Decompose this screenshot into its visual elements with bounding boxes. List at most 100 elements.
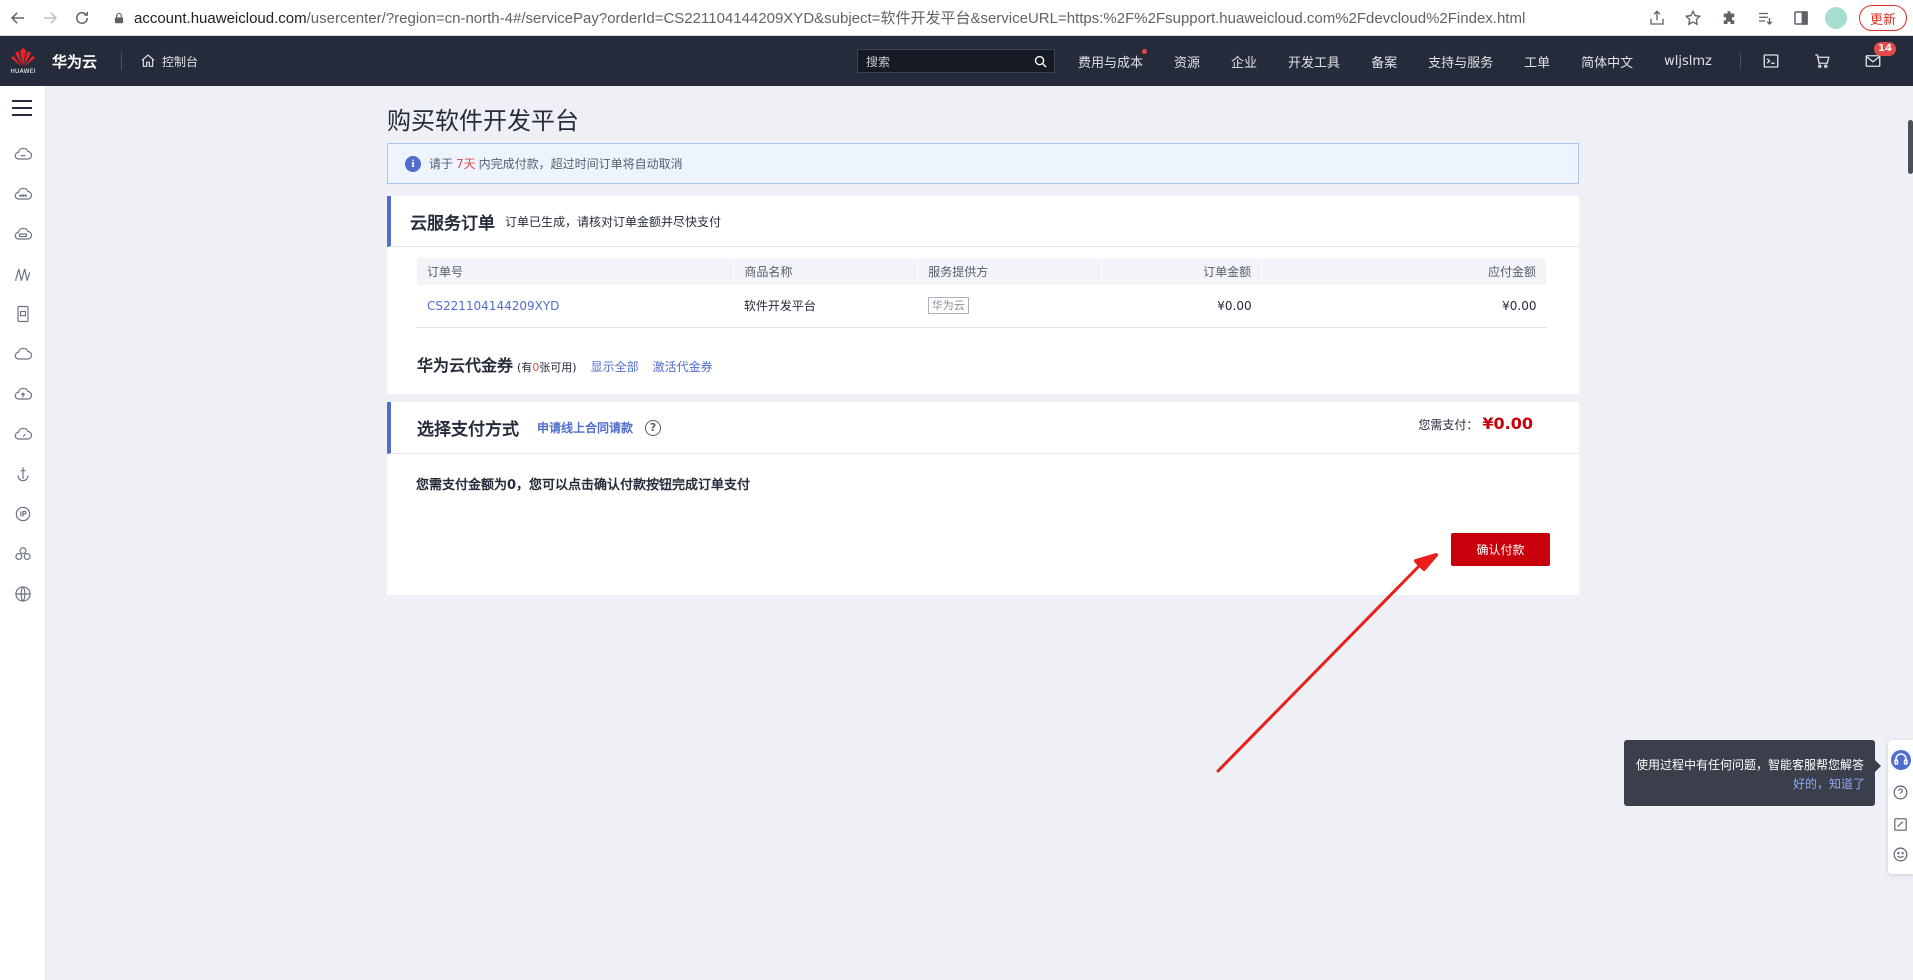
extensions-icon[interactable] — [1718, 7, 1740, 29]
message-count-badge: 14 — [1874, 42, 1896, 56]
product-name: 软件开发平台 — [733, 285, 918, 328]
info-icon: i — [405, 155, 421, 172]
cloud-upload-icon[interactable] — [13, 384, 33, 404]
assistant-tooltip: 使用过程中有任何问题，智能客服帮您解答 好的，知道了 — [1624, 740, 1881, 806]
header-divider — [121, 52, 123, 70]
bookmark-star-icon[interactable] — [1682, 7, 1704, 29]
feedback-icon[interactable] — [1892, 816, 1909, 833]
show-all-coupons-link[interactable]: 显示全部 — [591, 358, 639, 375]
console-link[interactable]: 控制台 — [140, 53, 198, 70]
url-host: account.huaweicloud.com — [134, 10, 307, 27]
zero-amount-message: 您需支付金额为0，您可以点击确认付款按钮完成订单支付 — [416, 478, 751, 493]
col-order-amount: 订单金额 — [1101, 258, 1263, 285]
share-icon[interactable] — [1646, 7, 1668, 29]
left-sidebar — [0, 86, 46, 980]
top-nav: 费用与成本 资源 企业 开发工具 备案 支持与服务 工单 简体中文 wljslm… — [1078, 36, 1743, 86]
tooltip-dismiss-link[interactable]: 好的，知道了 — [1636, 775, 1865, 792]
reading-list-icon[interactable] — [1754, 7, 1776, 29]
nav-billing[interactable]: 费用与成本 — [1078, 48, 1148, 71]
question-icon[interactable] — [1892, 784, 1909, 801]
payment-card-title: 选择支付方式 — [417, 420, 519, 440]
order-id-link[interactable]: CS221104144209XYD — [427, 299, 559, 313]
notice-suffix: 内完成付款，超过时间订单将自动取消 — [478, 157, 683, 171]
logo-wordmark: HUAWEI — [10, 68, 36, 75]
apply-contract-payment-link[interactable]: 申请线上合同请款 — [537, 419, 633, 436]
cloud-disk-icon[interactable] — [13, 224, 33, 244]
col-provider: 服务提供方 — [917, 258, 1103, 285]
payment-card: 选择支付方式 申请线上合同请款 ? 您需支付： ¥0.00 您需支付金额为0，您… — [387, 402, 1579, 595]
bridge-icon[interactable] — [13, 264, 33, 284]
nav-username[interactable]: wljslmz — [1664, 54, 1712, 69]
brand-name[interactable]: 华为云 — [52, 51, 97, 72]
ip-icon[interactable] — [13, 504, 33, 524]
order-table: 订单号 商品名称 服务提供方 订单金额 应付金额 CS221104144209X… — [417, 258, 1547, 328]
address-bar[interactable]: account.huaweicloud.com/usercenter/?regi… — [112, 4, 1525, 32]
home-icon — [141, 54, 155, 67]
profile-avatar[interactable] — [1824, 7, 1847, 29]
side-panel-icon[interactable] — [1790, 7, 1812, 29]
order-amount: ¥0.00 — [1101, 285, 1262, 328]
new-dot — [1142, 48, 1148, 54]
cart-icon[interactable] — [1813, 52, 1831, 70]
nav-enterprise[interactable]: 企业 — [1231, 52, 1257, 71]
mobile-icon[interactable] — [13, 304, 33, 324]
coupon-count-suffix: 张可用) — [539, 361, 577, 374]
lock-icon — [114, 12, 124, 23]
huawei-logo[interactable]: HUAWEI — [0, 36, 46, 86]
nav-support[interactable]: 支持与服务 — [1428, 52, 1493, 71]
activate-coupon-link[interactable]: 激活代金券 — [653, 358, 713, 375]
amount-due-value: ¥0.00 — [1482, 414, 1533, 433]
back-icon[interactable] — [4, 4, 32, 32]
page-scrollbar[interactable] — [1908, 120, 1913, 174]
browser-toolbar: account.huaweicloud.com/usercenter/?regi… — [0, 0, 1913, 36]
notice-days: 7天 — [456, 157, 476, 171]
nav-icp-filing[interactable]: 备案 — [1371, 52, 1397, 71]
order-card-title: 云服务订单 — [410, 213, 495, 234]
message-icon[interactable]: 14 — [1864, 42, 1896, 70]
coupon-row: 华为云代金券 (有0张可用) 显示全部 激活代金券 — [417, 352, 713, 376]
cluster-icon[interactable] — [13, 544, 33, 564]
payable-amount: ¥0.00 — [1261, 285, 1547, 328]
notice-prefix: 请于 — [429, 157, 454, 171]
cloud-cluster-icon[interactable] — [13, 184, 33, 204]
provider-tag: 华为云 — [927, 297, 969, 315]
console-label: 控制台 — [162, 54, 199, 69]
cloud-icon[interactable] — [13, 344, 33, 364]
url-text: account.huaweicloud.com/usercenter/?regi… — [134, 7, 1525, 28]
col-order-id: 订单号 — [417, 258, 735, 285]
cloud-speed-icon[interactable] — [13, 424, 33, 444]
order-card-subtitle: 订单已生成，请核对订单金额并尽快支付 — [505, 214, 722, 229]
coupon-title: 华为云代金券 — [417, 356, 514, 375]
menu-icon[interactable] — [12, 100, 32, 116]
satisfaction-icon[interactable] — [1892, 846, 1909, 863]
forward-icon[interactable] — [36, 4, 64, 32]
terminal-icon[interactable] — [1762, 52, 1780, 70]
huawei-flower-icon — [11, 48, 35, 67]
nav-language[interactable]: 简体中文 — [1581, 52, 1633, 71]
search-placeholder: 搜索 — [866, 54, 891, 69]
url-path: /usercenter/?region=cn-north-4#/serviceP… — [306, 10, 1526, 27]
floating-help-bar — [1888, 740, 1913, 874]
payment-card-header: 选择支付方式 申请线上合同请款 ? 您需支付： ¥0.00 — [387, 402, 1579, 454]
update-button[interactable]: 更新 — [1858, 5, 1907, 31]
nav-tickets[interactable]: 工单 — [1524, 52, 1550, 71]
payment-deadline-notice: i 请于 7天 内完成付款，超过时间订单将自动取消 — [387, 143, 1579, 184]
header-divider-right — [1740, 53, 1741, 69]
page-title: 购买软件开发平台 — [387, 107, 579, 135]
amount-due: 您需支付： ¥0.00 — [1418, 414, 1533, 433]
top-header: HUAWEI 华为云 控制台 搜索 费用与成本 资源 企业 开发工具 备案 支持… — [0, 36, 1913, 86]
cloud-server-icon[interactable] — [13, 144, 33, 164]
search-icon[interactable] — [1033, 54, 1048, 69]
nav-dev-tools[interactable]: 开发工具 — [1288, 52, 1340, 71]
reload-icon[interactable] — [68, 4, 96, 32]
nav-resources[interactable]: 资源 — [1174, 52, 1200, 71]
tooltip-text: 使用过程中有任何问题，智能客服帮您解答 — [1636, 758, 1865, 772]
anchor-icon[interactable] — [13, 464, 33, 484]
coupon-count-prefix: (有 — [517, 361, 533, 374]
search-input[interactable]: 搜索 — [857, 49, 1055, 73]
globe-icon[interactable] — [13, 584, 33, 604]
confirm-payment-button[interactable]: 确认付款 — [1451, 533, 1550, 566]
help-question-icon[interactable]: ? — [645, 419, 662, 436]
nav-billing-label: 费用与成本 — [1078, 55, 1144, 71]
customer-service-icon[interactable] — [1891, 750, 1911, 770]
